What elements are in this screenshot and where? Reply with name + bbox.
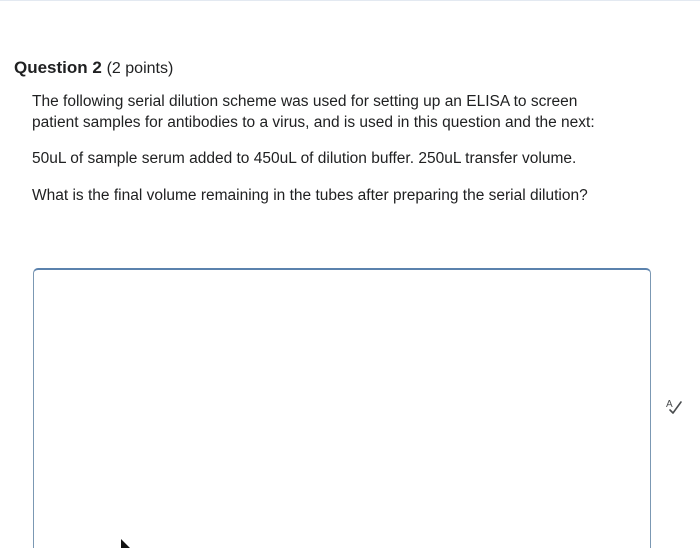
question-prompt-text: What is the final volume remaining in th…	[32, 187, 588, 204]
dilution-scheme-text: 50uL of sample serum added to 450uL of d…	[32, 150, 577, 167]
svg-text:A: A	[666, 399, 673, 410]
question-header: Question 2 (2 points)	[14, 57, 173, 80]
mouse-pointer-icon	[121, 539, 130, 548]
top-divider	[0, 0, 700, 1]
spellcheck-icon[interactable]: A	[665, 397, 683, 415]
question-body: The following serial dilution scheme was…	[32, 91, 682, 206]
answer-textarea[interactable]	[33, 268, 651, 548]
question-title: Question 2	[14, 58, 102, 77]
quiz-page: Question 2 (2 points) The following seri…	[0, 0, 700, 548]
question-text-line-2: patient samples for antibodies to a viru…	[32, 114, 595, 131]
question-text-line-1: The following serial dilution scheme was…	[32, 93, 578, 110]
question-points: (2 points)	[106, 60, 174, 77]
